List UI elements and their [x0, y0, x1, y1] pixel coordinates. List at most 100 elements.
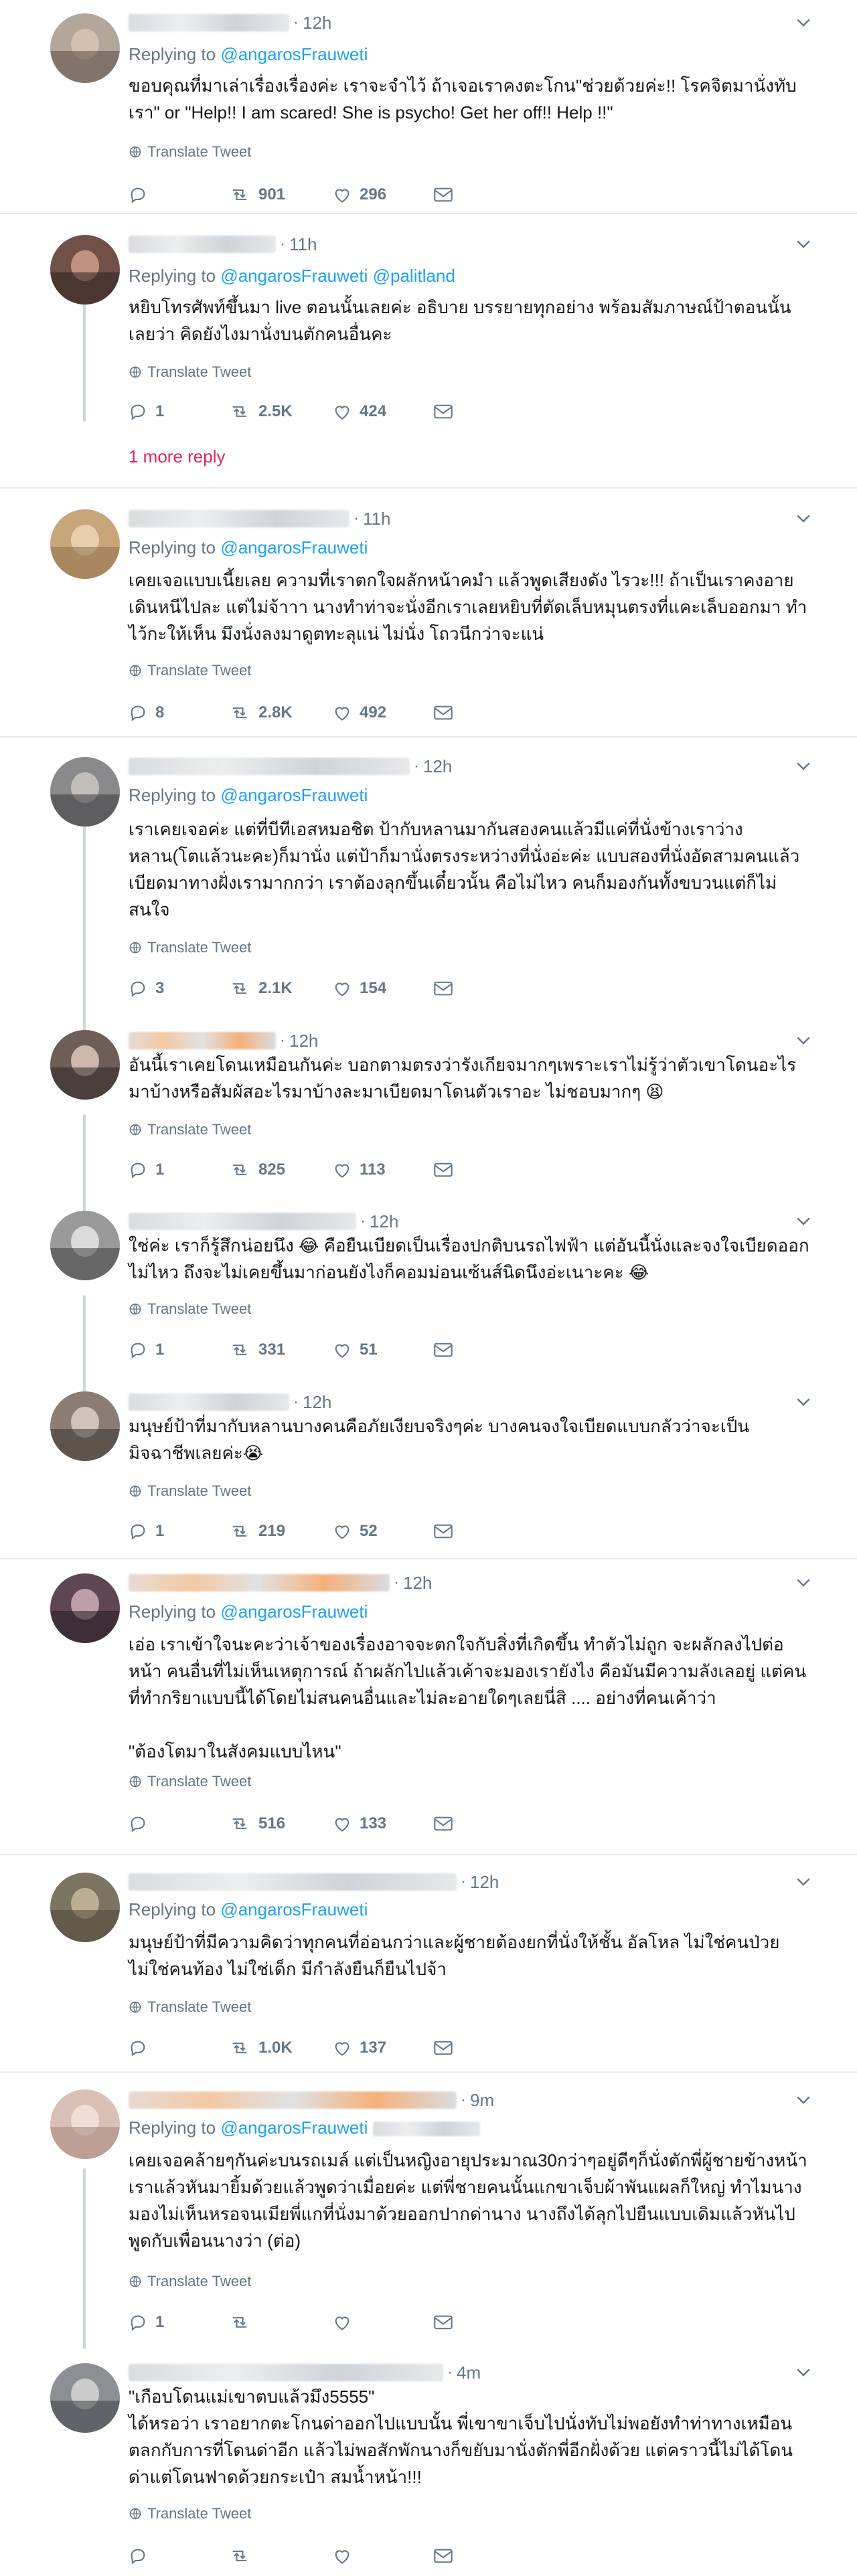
retweet-button[interactable]: 901 — [229, 185, 333, 204]
user-name[interactable] — [129, 1873, 457, 1891]
retweet-button[interactable]: 825 — [229, 1161, 333, 1179]
user-name[interactable] — [129, 14, 289, 31]
mention-link[interactable]: @palitland — [373, 266, 455, 286]
translate-tweet[interactable]: Translate Tweet — [129, 939, 251, 956]
user-name[interactable] — [129, 758, 410, 775]
retweet-button[interactable]: 516 — [229, 1814, 333, 1833]
chevron-down-icon[interactable] — [793, 1030, 813, 1050]
direct-message-button[interactable] — [433, 2548, 453, 2564]
show-more-replies-link[interactable]: 1 more reply — [129, 446, 226, 467]
tweet[interactable]: · 11h Replying to @angarosFrauweti @pali… — [0, 231, 857, 482]
retweet-button[interactable]: 219 — [229, 1522, 333, 1541]
avatar[interactable] — [50, 1211, 120, 1280]
translate-tweet[interactable]: Translate Tweet — [129, 1482, 251, 1500]
tweet[interactable]: · 12h อันนี้เราเคยโดนเหมือนกันค่ะ บอกตาม… — [0, 1027, 857, 1205]
like-button[interactable]: 424 — [333, 402, 433, 421]
tweet[interactable]: · 12h Replying to @angarosFrauweti ขอบคุ… — [0, 9, 857, 210]
avatar[interactable] — [50, 757, 120, 827]
chevron-down-icon[interactable] — [793, 234, 813, 254]
tweet[interactable]: · 12h ใช่ค่ะ เราก็รู้สึกน่อยนึง 😂 คือยืน… — [0, 1208, 857, 1385]
like-button[interactable]: 133 — [333, 1814, 433, 1833]
like-button[interactable] — [333, 2547, 433, 2565]
tweet[interactable]: · 12h Replying to @angarosFrauweti มนุษย… — [0, 1869, 857, 2069]
avatar[interactable] — [50, 1030, 120, 1100]
mention-link[interactable]: @angarosFrauweti — [220, 1899, 368, 1919]
translate-tweet[interactable]: Translate Tweet — [129, 1300, 251, 1318]
avatar[interactable] — [50, 13, 120, 83]
like-button[interactable] — [333, 2314, 433, 2331]
reply-button[interactable]: 1 — [129, 1341, 229, 1359]
avatar[interactable] — [50, 2363, 120, 2433]
tweet[interactable]: · 9m Replying to @angarosFrauweti เคยเจอ… — [0, 2087, 857, 2354]
like-button[interactable]: 154 — [333, 979, 433, 998]
translate-tweet[interactable]: Translate Tweet — [129, 662, 251, 679]
like-button[interactable]: 52 — [333, 1522, 433, 1541]
timestamp[interactable]: 11h — [289, 234, 317, 255]
timestamp[interactable]: 12h — [289, 1031, 318, 1051]
timestamp[interactable]: 9m — [470, 2090, 494, 2111]
chevron-down-icon[interactable] — [793, 12, 813, 32]
timestamp[interactable]: 4m — [457, 2363, 481, 2383]
direct-message-button[interactable] — [433, 187, 453, 203]
retweet-button[interactable]: 1.0K — [229, 2039, 333, 2057]
user-name[interactable] — [129, 1574, 390, 1592]
direct-message-button[interactable] — [433, 1523, 453, 1539]
direct-message-button[interactable] — [433, 980, 453, 997]
direct-message-button[interactable] — [433, 1816, 453, 1832]
mention-link[interactable]: @angarosFrauweti — [220, 1602, 368, 1622]
retweet-button[interactable]: 2.1K — [229, 979, 333, 998]
avatar[interactable] — [50, 1573, 120, 1643]
chevron-down-icon[interactable] — [793, 1871, 813, 1891]
user-name[interactable] — [129, 1393, 289, 1411]
retweet-button[interactable]: 2.8K — [229, 703, 333, 722]
chevron-down-icon[interactable] — [793, 1391, 813, 1411]
mention-link[interactable]: @angarosFrauweti — [220, 2118, 368, 2138]
timestamp[interactable]: 12h — [303, 1392, 331, 1413]
avatar[interactable] — [50, 2089, 120, 2159]
timestamp[interactable]: 12h — [303, 13, 331, 33]
reply-button[interactable]: 1 — [129, 1522, 229, 1541]
timestamp[interactable]: 12h — [423, 756, 452, 777]
user-name[interactable] — [129, 2091, 457, 2109]
reply-button[interactable]: 8 — [129, 703, 229, 722]
direct-message-button[interactable] — [433, 705, 453, 721]
chevron-down-icon[interactable] — [793, 508, 813, 528]
like-button[interactable]: 51 — [333, 1341, 433, 1359]
direct-message-button[interactable] — [433, 1342, 453, 1358]
retweet-button[interactable]: 331 — [229, 1341, 333, 1359]
reply-button[interactable] — [129, 2039, 229, 2057]
mention-link[interactable]: @angarosFrauweti — [220, 266, 368, 286]
reply-button[interactable]: 1 — [129, 1161, 229, 1179]
user-name[interactable] — [129, 2364, 443, 2381]
user-name[interactable] — [129, 1213, 356, 1230]
mention-link[interactable]: @angarosFrauweti — [220, 785, 368, 805]
timestamp[interactable]: 12h — [403, 1573, 432, 1594]
like-button[interactable]: 296 — [333, 185, 433, 204]
translate-tweet[interactable]: Translate Tweet — [129, 1121, 251, 1138]
avatar[interactable] — [50, 509, 120, 579]
direct-message-button[interactable] — [433, 404, 453, 420]
translate-tweet[interactable]: Translate Tweet — [129, 363, 251, 381]
reply-button[interactable]: 3 — [129, 979, 229, 998]
mention-link[interactable]: @angarosFrauweti — [220, 537, 368, 557]
timestamp[interactable]: 11h — [363, 509, 390, 529]
retweet-button[interactable] — [229, 2547, 333, 2565]
like-button[interactable]: 113 — [333, 1161, 433, 1179]
reply-button[interactable] — [129, 185, 229, 204]
reply-button[interactable]: 1 — [129, 402, 229, 421]
direct-message-button[interactable] — [433, 2040, 453, 2056]
user-name[interactable] — [129, 236, 276, 253]
chevron-down-icon[interactable] — [793, 2362, 813, 2382]
tweet[interactable]: · 4m "เกือบโดนแม่เขาตบแล้วมึง5555" ได้หร… — [0, 2359, 857, 2573]
translate-tweet[interactable]: Translate Tweet — [129, 1998, 251, 2016]
tweet[interactable]: · 12h Replying to @angarosFrauweti เราเค… — [0, 753, 857, 1021]
user-name[interactable] — [129, 1032, 276, 1049]
chevron-down-icon[interactable] — [793, 1572, 813, 1592]
like-button[interactable]: 492 — [333, 703, 433, 722]
avatar[interactable] — [50, 1391, 120, 1461]
tweet[interactable]: · 11h Replying to @angarosFrauweti เคยเจ… — [0, 505, 857, 733]
reply-button[interactable] — [129, 1814, 229, 1833]
user-name[interactable] — [129, 510, 349, 527]
translate-tweet[interactable]: Translate Tweet — [129, 143, 251, 161]
like-button[interactable]: 137 — [333, 2039, 433, 2057]
